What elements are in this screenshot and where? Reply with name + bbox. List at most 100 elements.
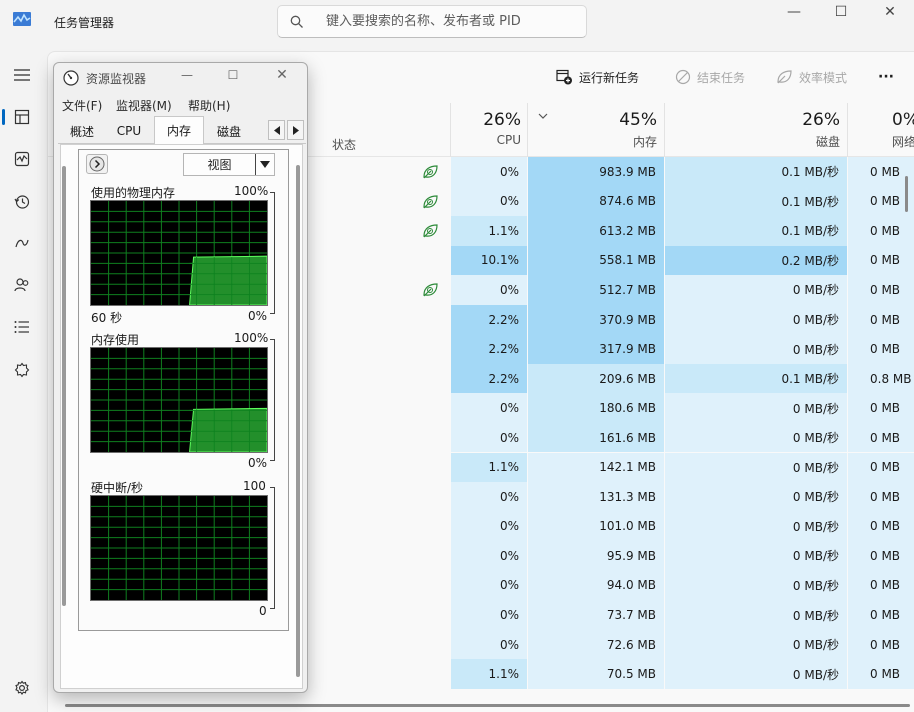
memory-cell: 370.9 MB	[528, 304, 664, 335]
hamburger-menu-icon[interactable]	[11, 64, 33, 86]
network-cell: 0 MB	[848, 334, 914, 364]
memory-cell: 874.6 MB	[528, 186, 664, 217]
view-dropdown-button[interactable]: 视图	[183, 153, 275, 176]
network-cell: 0 MB	[848, 659, 914, 689]
resmon-maximize-button[interactable]: ☐	[222, 68, 244, 82]
disk-cell: 0 MB/秒	[665, 600, 847, 630]
network-total-percent: 0%	[892, 110, 914, 130]
users-icon[interactable]	[11, 274, 33, 296]
performance-icon[interactable]	[11, 148, 33, 170]
graph-scale-bracket	[270, 339, 275, 461]
resmon-menu-help[interactable]: 帮助(H)	[188, 97, 230, 114]
usage-graph	[90, 347, 268, 453]
more-options-button[interactable]: ···	[878, 67, 894, 87]
resmon-right-scrollbar[interactable]	[296, 165, 300, 677]
close-icon: ✕	[884, 4, 896, 20]
graph-max-label: 100	[243, 479, 266, 493]
resmon-left-scrollbar[interactable]	[62, 166, 66, 606]
cpu-cell: 0%	[451, 541, 527, 571]
network-cell: 0 MB	[848, 452, 914, 482]
resmon-tab-cpu[interactable]: CPU	[106, 119, 152, 143]
end-task-icon	[675, 69, 691, 85]
memory-cell: 317.9 MB	[528, 334, 664, 364]
column-header-network[interactable]: 0% 网络	[848, 110, 914, 150]
startup-apps-icon[interactable]	[11, 232, 33, 254]
disk-cell: 0 MB/秒	[665, 659, 847, 689]
cpu-cell: 0%	[451, 482, 527, 512]
run-new-task-icon	[556, 69, 572, 85]
resmon-tab-overview[interactable]: 概述	[58, 119, 106, 143]
cpu-cell: 0%	[451, 511, 527, 542]
usage-graph	[90, 495, 268, 601]
details-icon[interactable]	[11, 316, 33, 338]
view-dropdown-label: 视图	[207, 158, 232, 172]
arrow-right-icon	[292, 125, 299, 135]
usage-graph	[90, 200, 268, 306]
arrow-left-icon	[273, 125, 280, 135]
task-manager-logo-icon	[13, 12, 31, 26]
column-header-disk[interactable]: 26% 磁盘	[665, 110, 840, 150]
disk-cell: 0.1 MB/秒	[665, 363, 847, 394]
close-button[interactable]: ✕	[866, 0, 914, 24]
network-cell: 0 MB	[848, 393, 914, 423]
network-cell: 0 MB	[848, 482, 914, 512]
network-cell: 0 MB	[848, 629, 914, 660]
disk-cell: 0 MB/秒	[665, 275, 847, 305]
network-cell: 0 MB	[848, 600, 914, 630]
disk-cell: 0 MB/秒	[665, 393, 847, 423]
resmon-close-button[interactable]: ✕	[271, 67, 293, 83]
search-box[interactable]	[277, 5, 587, 38]
resmon-tab-memory[interactable]: 内存	[154, 116, 204, 144]
graph-min-label: 0	[259, 604, 267, 618]
app-history-icon[interactable]	[11, 191, 33, 213]
cpu-cell: 1.1%	[451, 659, 527, 689]
disk-cell: 0.1 MB/秒	[665, 186, 847, 217]
column-header-cpu[interactable]: 26% CPU	[451, 110, 521, 147]
services-icon[interactable]	[11, 359, 33, 381]
run-new-task-button[interactable]: 运行新任务	[556, 67, 639, 87]
efficiency-mode-label: 效率模式	[799, 70, 848, 85]
cpu-cell: 0%	[451, 393, 527, 423]
settings-gear-icon[interactable]	[11, 677, 33, 699]
collapse-graphs-button[interactable]	[86, 154, 108, 174]
end-task-button[interactable]: 结束任务	[675, 67, 745, 87]
dropdown-arrow-icon	[260, 161, 270, 168]
maximize-button[interactable]: ☐	[817, 0, 865, 24]
resmon-menu-monitor[interactable]: 监视器(M)	[116, 97, 172, 114]
network-cell: 0 MB	[848, 304, 914, 335]
cpu-cell: 0%	[451, 570, 527, 601]
efficiency-mode-button[interactable]: 效率模式	[776, 67, 847, 87]
horizontal-scrollbar-thumb[interactable]	[65, 704, 910, 707]
disk-cell: 0 MB/秒	[665, 422, 847, 453]
resmon-menu-file[interactable]: 文件(F)	[62, 97, 102, 114]
cpu-cell: 10.1%	[451, 245, 527, 276]
disk-cell: 0 MB/秒	[665, 629, 847, 660]
tab-scroll-right-button[interactable]	[287, 120, 304, 140]
memory-cell: 558.1 MB	[528, 245, 664, 276]
column-header-memory[interactable]: 45% 内存	[528, 110, 657, 150]
tab-scroll-left-button[interactable]	[268, 120, 285, 140]
minimize-button[interactable]: —	[770, 0, 818, 24]
cpu-cell: 0%	[451, 157, 527, 187]
resmon-minimize-button[interactable]: —	[176, 68, 198, 82]
efficiency-leaf-icon	[777, 70, 792, 84]
efficiency-leaf-icon	[422, 282, 438, 298]
memory-cell: 101.0 MB	[528, 511, 664, 542]
column-header-status[interactable]: 状态	[332, 136, 356, 153]
resource-monitor-window[interactable]: 资源监视器 — ☐ ✕ 文件(F) 监视器(M) 帮助(H) 概述 CPU 内存…	[53, 62, 308, 693]
memory-cell: 70.5 MB	[528, 659, 664, 689]
disk-total-percent: 26%	[802, 110, 840, 130]
cpu-cell: 2.2%	[451, 363, 527, 394]
search-input[interactable]	[326, 14, 576, 29]
processes-icon[interactable]	[11, 106, 33, 128]
resource-monitor-title: 资源监视器	[86, 72, 147, 86]
network-cell: 0.8 MB	[848, 363, 914, 394]
cpu-header-label: CPU	[496, 133, 521, 147]
network-cell: 0 MB	[848, 570, 914, 601]
memory-cell: 161.6 MB	[528, 422, 664, 453]
disk-cell: 0 MB/秒	[665, 511, 847, 542]
vertical-scrollbar-thumb[interactable]	[905, 176, 908, 212]
cpu-cell: 0%	[451, 275, 527, 305]
cpu-cell: 0%	[451, 629, 527, 660]
resmon-tab-disk[interactable]: 磁盘	[206, 119, 252, 143]
